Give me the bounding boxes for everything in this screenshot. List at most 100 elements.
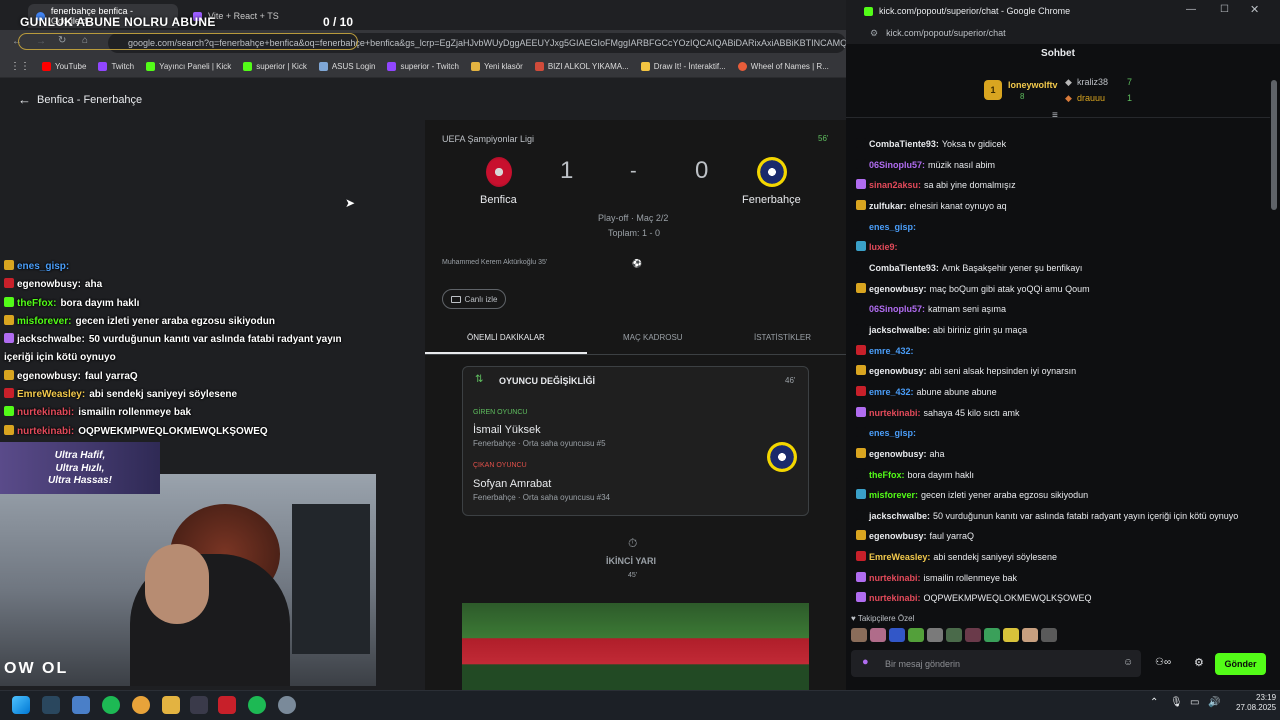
chat-username[interactable]: theFfox: <box>869 470 905 480</box>
spotify-icon[interactable] <box>102 696 120 714</box>
bookmark-folder[interactable]: Yeni klasör <box>470 62 523 71</box>
chat-message-text: sa abi yine domalmışız <box>924 180 1016 191</box>
chat-username[interactable]: CombaTiente93: <box>869 263 939 273</box>
chat-username[interactable]: egenowbusy: <box>869 449 927 459</box>
bookmark-twitch[interactable]: Twitch <box>98 62 134 71</box>
close-icon[interactable]: ✕ <box>1250 3 1259 16</box>
bookmark-kick-superior[interactable]: superior | Kick <box>243 62 307 71</box>
emote-icon[interactable] <box>1022 628 1038 642</box>
chat-username[interactable]: enes_gisp: <box>869 428 916 438</box>
chat-username[interactable]: sinan2aksu: <box>869 180 921 190</box>
player-out-name[interactable]: Sofyan Amrabat <box>473 478 551 490</box>
chat-username[interactable]: jackschwalbe: <box>17 334 85 345</box>
chat-username[interactable]: egenowbusy: <box>869 366 927 376</box>
home-team[interactable]: Benfica <box>480 194 517 206</box>
bookmark-twitch-superior[interactable]: superior - Twitch <box>387 62 459 71</box>
bookmark-asus[interactable]: ASUS Login <box>318 62 375 71</box>
chat-username[interactable]: egenowbusy: <box>869 531 927 541</box>
emote-icon[interactable] <box>870 628 886 642</box>
chat-username[interactable]: CombaTiente93: <box>869 139 939 149</box>
chat-username[interactable]: emre_432: <box>869 346 914 356</box>
emote-icon[interactable] <box>889 628 905 642</box>
emote-icon[interactable] <box>1003 628 1019 642</box>
chat-username[interactable]: emre_432: <box>869 387 914 397</box>
tray-chevron-icon[interactable]: ⌃ <box>1150 697 1158 708</box>
apps-grid-icon[interactable]: ⋮⋮ <box>10 61 30 72</box>
chat-username[interactable]: EmreWeasley: <box>869 552 930 562</box>
away-team[interactable]: Fenerbahçe <box>742 194 801 206</box>
chat-username[interactable]: nurtekinabi: <box>869 408 921 418</box>
tab-key-moments[interactable]: ÖNEMLİ DAKİKALAR <box>467 333 545 342</box>
chat-message-input[interactable]: Bir mesaj gönderin <box>851 650 1141 677</box>
bookmark-wheel[interactable]: Wheel of Names | R... <box>737 62 829 71</box>
tab-stats[interactable]: İSTATİSTİKLER <box>754 333 811 342</box>
bookmark-kick-panel[interactable]: Yayıncı Paneli | Kick <box>146 62 231 71</box>
chat-scrollbar[interactable] <box>1271 80 1277 210</box>
chat-username[interactable]: nurtekinabi: <box>869 573 921 583</box>
windows-start-icon[interactable] <box>12 696 30 714</box>
send-button[interactable]: Gönder <box>1215 653 1266 675</box>
tab-lineups[interactable]: MAÇ KADROSU <box>623 333 683 342</box>
network-icon[interactable]: ▭ <box>1190 697 1199 708</box>
leader-name[interactable]: loneywolftv <box>1008 80 1058 90</box>
chat-username[interactable]: nurtekinabi: <box>869 593 921 603</box>
emoji-icon[interactable]: ☺ <box>1123 657 1133 668</box>
emote-icon[interactable] <box>946 628 962 642</box>
chat-username[interactable]: luxie9: <box>869 242 898 252</box>
steam-icon[interactable] <box>42 696 60 714</box>
chrome-icon[interactable] <box>132 696 150 714</box>
chat-username[interactable]: 06Sinoplu57: <box>869 160 925 170</box>
settings-icon[interactable] <box>278 696 296 714</box>
volume-icon[interactable]: 🔊 <box>1208 697 1220 708</box>
leader-name[interactable]: drauuu <box>1077 93 1105 103</box>
emote-icon[interactable] <box>1041 628 1057 642</box>
chat-username[interactable]: zulfukar: <box>869 201 907 211</box>
chat-message-text: elnesiri kanat oynuyo aq <box>909 200 1007 211</box>
minimize-icon[interactable]: — <box>1186 4 1196 15</box>
chat-username[interactable]: enes_gisp: <box>17 261 69 272</box>
app-icon[interactable] <box>72 696 90 714</box>
chat-username[interactable]: misforever: <box>17 316 71 327</box>
app-icon[interactable] <box>190 696 208 714</box>
watch-live-button[interactable]: Canlı izle <box>442 289 506 309</box>
app-icon[interactable] <box>218 696 236 714</box>
user-badge-icon[interactable]: ● <box>862 656 869 668</box>
emote-icon[interactable] <box>908 628 924 642</box>
chat-username[interactable]: EmreWeasley: <box>17 389 85 400</box>
bookmark-drawit[interactable]: Draw It! - İnteraktif... <box>640 62 726 71</box>
folder-icon[interactable] <box>162 696 180 714</box>
chat-username[interactable]: egenowbusy: <box>17 279 81 290</box>
emote-icon[interactable] <box>984 628 1000 642</box>
gear-icon[interactable]: ⚙ <box>1194 656 1204 669</box>
microphone-icon[interactable]: 🎙 <box>1170 697 1183 708</box>
spotify-icon[interactable] <box>248 696 266 714</box>
chat-username[interactable]: nurtekinabi: <box>17 426 74 437</box>
leader-name[interactable]: kraliz38 <box>1077 77 1108 87</box>
chat-username[interactable]: jackschwalbe: <box>869 325 930 335</box>
bookmark-youtube[interactable]: YouTube <box>42 62 86 71</box>
competition-label[interactable]: UEFA Şampiyonlar Ligi <box>442 134 534 144</box>
chat-username[interactable]: enes_gisp: <box>869 222 916 232</box>
system-clock[interactable]: 23:19 27.08.2025 <box>1236 693 1276 713</box>
chat-username[interactable]: misforever: <box>869 490 918 500</box>
player-in-name[interactable]: İsmail Yüksek <box>473 424 541 436</box>
chat-username[interactable]: 06Sinoplu57: <box>869 304 925 314</box>
emote-icon[interactable] <box>927 628 943 642</box>
emote-icon[interactable] <box>965 628 981 642</box>
chat-username[interactable]: jackschwalbe: <box>869 511 930 521</box>
emote-icon[interactable] <box>851 628 867 642</box>
match-photo[interactable] <box>462 603 809 690</box>
collapse-leaderboard-icon[interactable]: ≡ <box>1052 110 1058 121</box>
fenerbahce-crest-icon[interactable] <box>757 157 787 187</box>
benfica-crest-icon[interactable] <box>486 157 512 187</box>
bookmark-alkol[interactable]: BIZI ALKOL YIKAMA... <box>534 62 629 71</box>
chat-username[interactable]: egenowbusy: <box>869 284 927 294</box>
match-back-link[interactable]: ← Benfica - Fenerbahçe <box>18 92 142 107</box>
maximize-icon[interactable]: ☐ <box>1220 4 1229 15</box>
users-icon[interactable]: ⚇∞ <box>1155 657 1171 668</box>
chat-url-bar[interactable]: ⚙ kick.com/popout/superior/chat <box>846 22 1280 44</box>
chat-username[interactable]: theFfox: <box>17 298 56 309</box>
chat-messages: CombaTiente93: Yoksa tv gidicek 06Sinoplu5… <box>856 134 1261 609</box>
chat-username[interactable]: egenowbusy: <box>17 371 81 382</box>
chat-username[interactable]: nurtekinabi: <box>17 407 74 418</box>
